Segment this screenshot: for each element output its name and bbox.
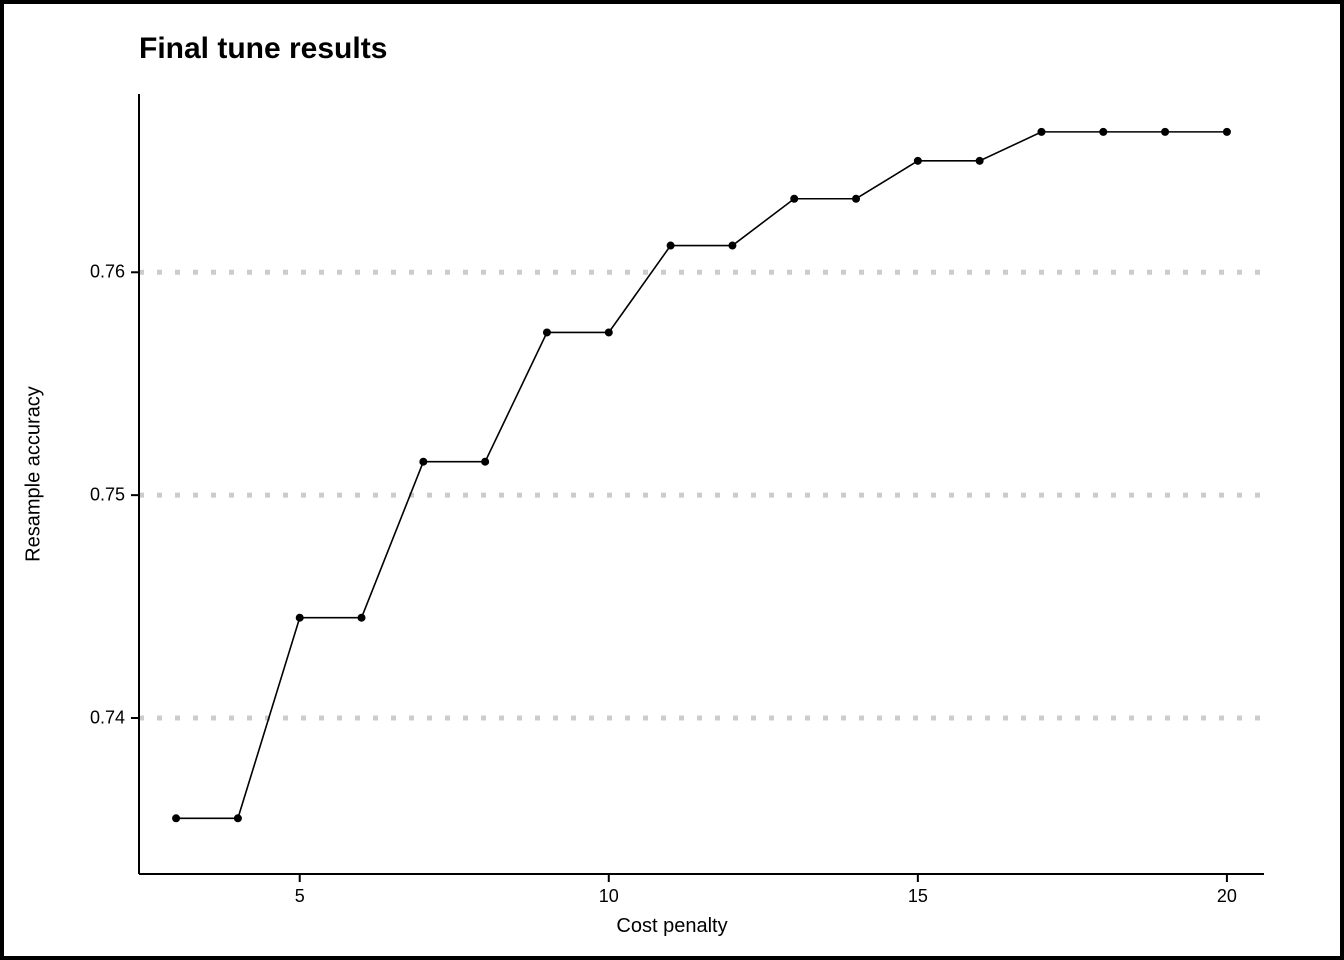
x-tick-label: 15 [908, 886, 928, 907]
chart-frame: Final tune results Resample accuracy Cos… [0, 0, 1344, 960]
y-tick-label: 0.76 [90, 262, 125, 283]
x-axis-label: Cost penalty [616, 915, 727, 938]
y-tick-label: 0.74 [90, 708, 125, 729]
y-axis-label: Resample accuracy [23, 386, 46, 562]
chart-plot [4, 4, 1340, 956]
x-tick-label: 20 [1217, 886, 1237, 907]
x-tick-label: 5 [295, 886, 305, 907]
y-tick-label: 0.75 [90, 485, 125, 506]
x-tick-label: 10 [599, 886, 619, 907]
